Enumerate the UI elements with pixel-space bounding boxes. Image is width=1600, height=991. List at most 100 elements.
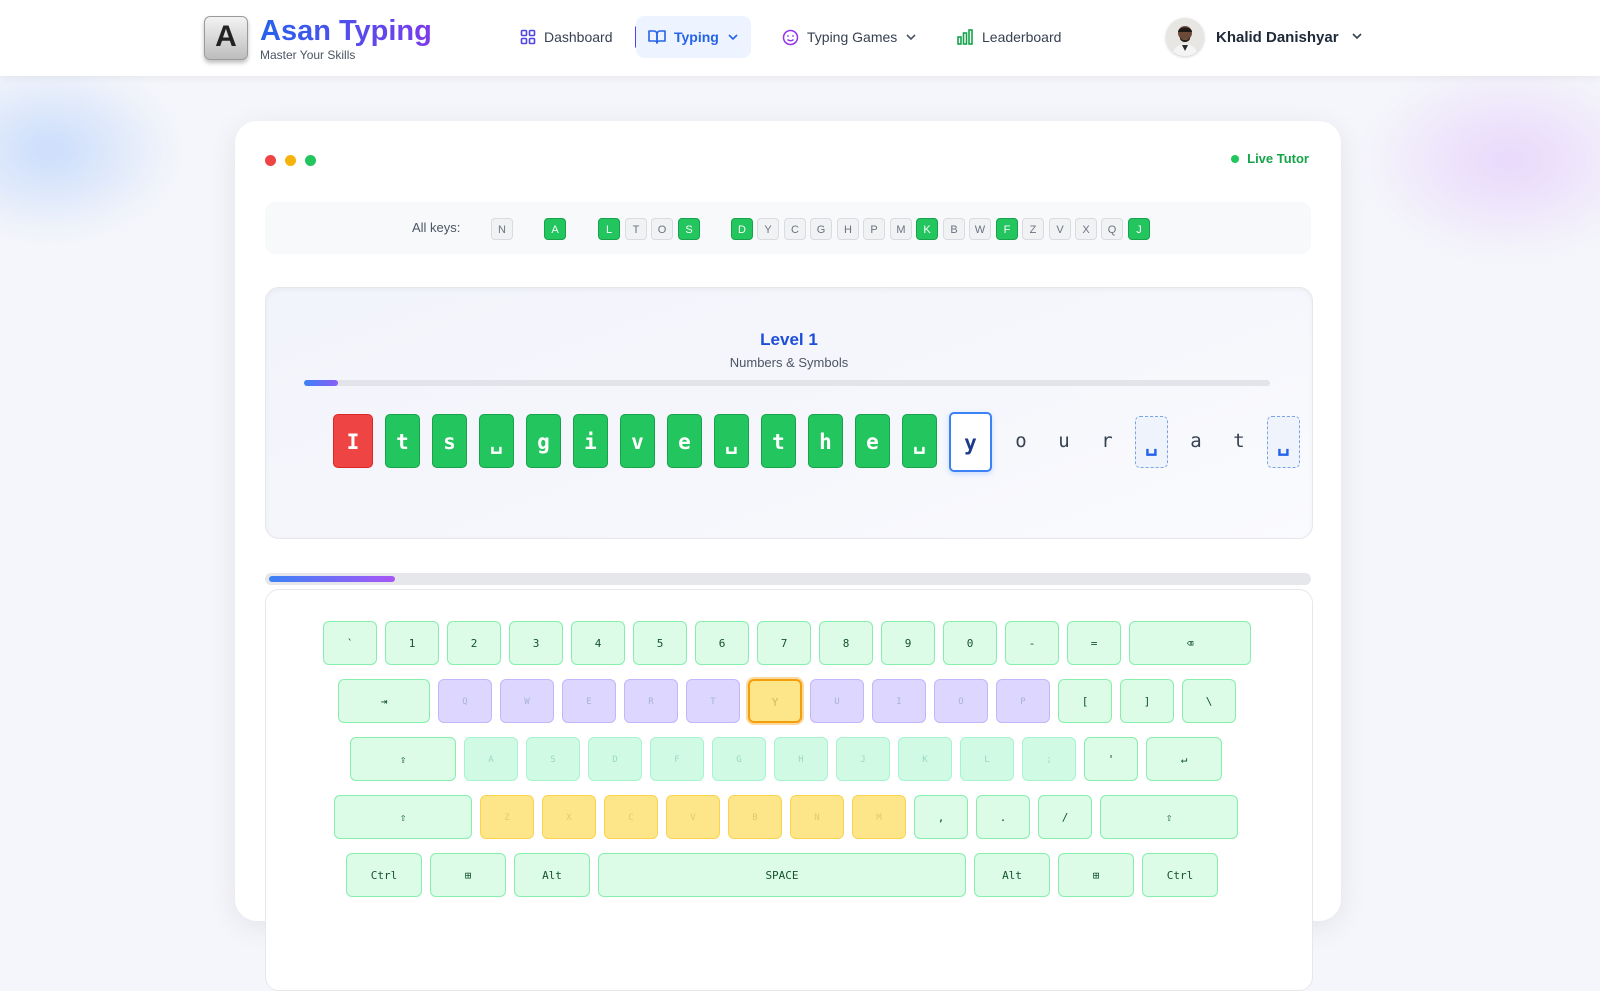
- key-symbol[interactable]: ↵: [1146, 737, 1222, 781]
- key-g[interactable]: G: [712, 737, 766, 781]
- key-chip-k: K: [916, 218, 938, 240]
- key-5[interactable]: 5: [633, 621, 687, 665]
- key-symbol[interactable]: `: [323, 621, 377, 665]
- key-h[interactable]: H: [774, 737, 828, 781]
- key-i[interactable]: I: [872, 679, 926, 723]
- lesson-progress-track: [304, 380, 1270, 386]
- key-chip-q: Q: [1101, 218, 1123, 240]
- key-chip-x: X: [1075, 218, 1097, 240]
- key-symbol[interactable]: ;: [1022, 737, 1076, 781]
- key-symbol[interactable]: ⇥: [338, 679, 430, 723]
- key-z[interactable]: Z: [480, 795, 534, 839]
- all-keys-label: All keys:: [412, 220, 461, 235]
- chevron-down-icon: [905, 31, 917, 43]
- nav-leaderboard-label: Leaderboard: [982, 29, 1062, 45]
- key-t[interactable]: T: [686, 679, 740, 723]
- key-symbol[interactable]: ⇧: [334, 795, 472, 839]
- key-chip-c: C: [784, 218, 806, 240]
- chevron-down-icon: [727, 31, 739, 43]
- nav-typing-games[interactable]: Typing Games: [770, 16, 929, 58]
- key-symbol[interactable]: ⇧: [1100, 795, 1238, 839]
- key-chip-b: B: [943, 218, 965, 240]
- char-correct: ␣: [714, 414, 749, 468]
- app-logo[interactable]: A: [204, 16, 248, 60]
- user-menu[interactable]: Khalid Danishyar: [1166, 18, 1363, 56]
- key-n[interactable]: N: [790, 795, 844, 839]
- grid-icon: [520, 29, 536, 45]
- key-9[interactable]: 9: [881, 621, 935, 665]
- key-symbol[interactable]: ⇪: [350, 737, 456, 781]
- key-symbol[interactable]: /: [1038, 795, 1092, 839]
- key-u[interactable]: U: [810, 679, 864, 723]
- top-navbar: A Asan Typing Master Your Skills Dashboa…: [0, 0, 1600, 76]
- key-symbol[interactable]: ⊞: [1058, 853, 1134, 897]
- window-dot-red: [265, 155, 276, 166]
- background-glow-right: [1360, 60, 1600, 260]
- key-2[interactable]: 2: [447, 621, 501, 665]
- key-f[interactable]: F: [650, 737, 704, 781]
- brand-tagline: Master Your Skills: [260, 48, 356, 62]
- key-a[interactable]: A: [464, 737, 518, 781]
- key-8[interactable]: 8: [819, 621, 873, 665]
- key-7[interactable]: 7: [757, 621, 811, 665]
- key-chip-y: Y: [757, 218, 779, 240]
- char-pending: o: [1015, 430, 1027, 452]
- key-l[interactable]: L: [960, 737, 1014, 781]
- key-e[interactable]: E: [562, 679, 616, 723]
- key-j[interactable]: J: [836, 737, 890, 781]
- key-ctrl[interactable]: Ctrl: [346, 853, 422, 897]
- key-alt[interactable]: Alt: [974, 853, 1050, 897]
- key-space[interactable]: SPACE: [598, 853, 966, 897]
- key-0[interactable]: 0: [943, 621, 997, 665]
- key-m[interactable]: M: [852, 795, 906, 839]
- char-correct: i: [573, 414, 608, 468]
- char-correct: e: [667, 414, 702, 468]
- key-symbol[interactable]: ': [1084, 737, 1138, 781]
- nav-leaderboard[interactable]: Leaderboard: [944, 16, 1073, 58]
- key-b[interactable]: B: [728, 795, 782, 839]
- key-o[interactable]: O: [934, 679, 988, 723]
- key-ctrl[interactable]: Ctrl: [1142, 853, 1218, 897]
- key-w[interactable]: W: [500, 679, 554, 723]
- key-alt[interactable]: Alt: [514, 853, 590, 897]
- key-chip-l: L: [598, 218, 620, 240]
- key-symbol[interactable]: \: [1182, 679, 1236, 723]
- key-v[interactable]: V: [666, 795, 720, 839]
- nav-typing-label: Typing: [674, 29, 719, 45]
- key-chip-n: N: [491, 218, 513, 240]
- key-3[interactable]: 3: [509, 621, 563, 665]
- key-symbol[interactable]: ]: [1120, 679, 1174, 723]
- char-correct: h: [808, 414, 843, 468]
- key-symbol[interactable]: ⌫: [1129, 621, 1251, 665]
- key-c[interactable]: C: [604, 795, 658, 839]
- nav-dashboard[interactable]: Dashboard: [508, 16, 625, 58]
- key-chip-s: S: [678, 218, 700, 240]
- key-symbol[interactable]: ,: [914, 795, 968, 839]
- key-6[interactable]: 6: [695, 621, 749, 665]
- key-symbol[interactable]: =: [1067, 621, 1121, 665]
- key-d[interactable]: D: [588, 737, 642, 781]
- key-chip-h: H: [837, 218, 859, 240]
- key-symbol[interactable]: .: [976, 795, 1030, 839]
- keyboard-progress-track: [265, 573, 1311, 585]
- key-s[interactable]: S: [526, 737, 580, 781]
- window-dot-yellow: [285, 155, 296, 166]
- key-p[interactable]: P: [996, 679, 1050, 723]
- key-chip-o: O: [651, 218, 673, 240]
- nav-typing[interactable]: Typing: [636, 16, 751, 58]
- status-dot: [1231, 154, 1240, 163]
- char-correct: v: [620, 414, 655, 468]
- key-4[interactable]: 4: [571, 621, 625, 665]
- key-k[interactable]: K: [898, 737, 952, 781]
- key-symbol[interactable]: ⊞: [430, 853, 506, 897]
- key-1[interactable]: 1: [385, 621, 439, 665]
- key-r[interactable]: R: [624, 679, 678, 723]
- key-y[interactable]: Y: [748, 679, 802, 723]
- key-symbol[interactable]: [: [1058, 679, 1112, 723]
- nav-dashboard-label: Dashboard: [544, 29, 613, 45]
- key-x[interactable]: X: [542, 795, 596, 839]
- brand-name[interactable]: Asan Typing: [260, 14, 432, 48]
- key-symbol[interactable]: -: [1005, 621, 1059, 665]
- key-chip-d: D: [731, 218, 753, 240]
- key-q[interactable]: Q: [438, 679, 492, 723]
